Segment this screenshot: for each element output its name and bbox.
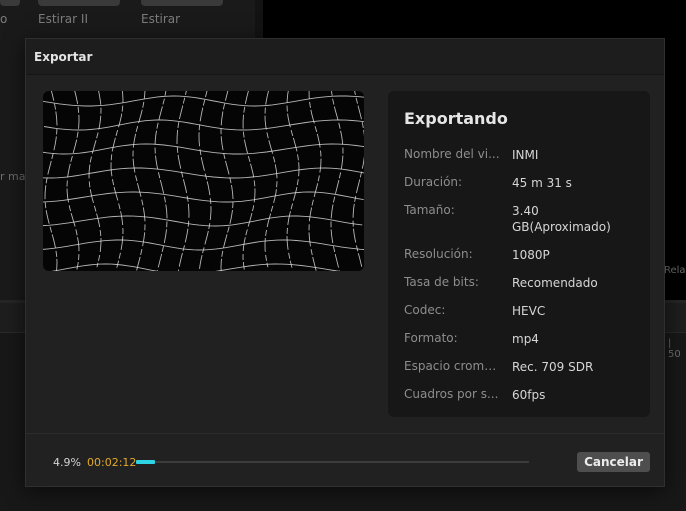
effect-label: Estirar II — [38, 12, 88, 26]
effect-label: Estirar — [141, 12, 181, 26]
side-text: Rela — [664, 265, 686, 276]
grid-line — [43, 215, 363, 227]
info-key: Resolución: — [404, 247, 473, 261]
info-value: Rec. 709 SDR — [512, 360, 594, 374]
cancel-button[interactable]: Cancelar — [577, 452, 650, 472]
export-heading: Exportando — [404, 109, 508, 128]
grid-line — [176, 91, 190, 271]
info-key: Tasa de bits: — [404, 275, 479, 289]
info-key: Codec: — [404, 303, 446, 317]
info-key: Espacio cromá... — [404, 359, 501, 373]
info-value: 45 m 31 s — [512, 176, 572, 190]
side-text: r ma — [0, 170, 26, 183]
grid-line — [198, 91, 212, 271]
info-value: mp4 — [512, 332, 539, 346]
effect-label: o — [0, 12, 8, 26]
grid-line — [43, 143, 364, 155]
timeline-mark: | 50 — [668, 338, 681, 360]
effect-thumbnail[interactable] — [0, 0, 20, 6]
info-value: HEVC — [512, 304, 546, 318]
effect-thumbnail[interactable] — [141, 0, 223, 6]
info-key: Nombre del vi... — [404, 147, 500, 161]
export-dialog: Exportar Exportando Nombre del vi... INM… — [25, 38, 665, 487]
grid-line — [132, 91, 146, 271]
grid-line — [330, 91, 344, 271]
effect-thumbnail[interactable] — [38, 0, 120, 6]
info-key: Duración: — [404, 175, 463, 189]
preview-frame — [43, 91, 364, 271]
info-value: Recomendado — [512, 276, 598, 290]
grid-line — [44, 91, 58, 271]
progress-bar — [136, 460, 529, 464]
grid-line — [66, 91, 80, 270]
info-value: 3.40 GB(Aproximado) — [512, 204, 611, 234]
info-value: INMI — [512, 148, 539, 162]
info-key: Formato: — [404, 331, 458, 345]
info-key: Cuadros por s... — [404, 387, 499, 401]
grid-line — [88, 91, 102, 268]
progress-fill — [136, 460, 156, 464]
grid-line — [110, 91, 124, 268]
info-key: Tamaño: — [404, 203, 455, 217]
progress-percent: 4.9% — [53, 456, 81, 469]
dialog-title: Exportar — [34, 50, 93, 64]
info-value: 60fps — [512, 388, 546, 402]
info-value: 1080P — [512, 248, 550, 262]
export-info-panel: Exportando Nombre del vi... INMI Duració… — [388, 91, 650, 417]
elapsed-time: 00:02:12 — [87, 456, 137, 469]
dialog-header: Exportar — [26, 39, 664, 75]
grid-line — [220, 91, 234, 271]
grid-line — [43, 167, 364, 179]
export-preview — [43, 91, 364, 271]
grid-line — [286, 91, 300, 268]
grid-line — [352, 91, 364, 271]
divider — [26, 433, 664, 434]
